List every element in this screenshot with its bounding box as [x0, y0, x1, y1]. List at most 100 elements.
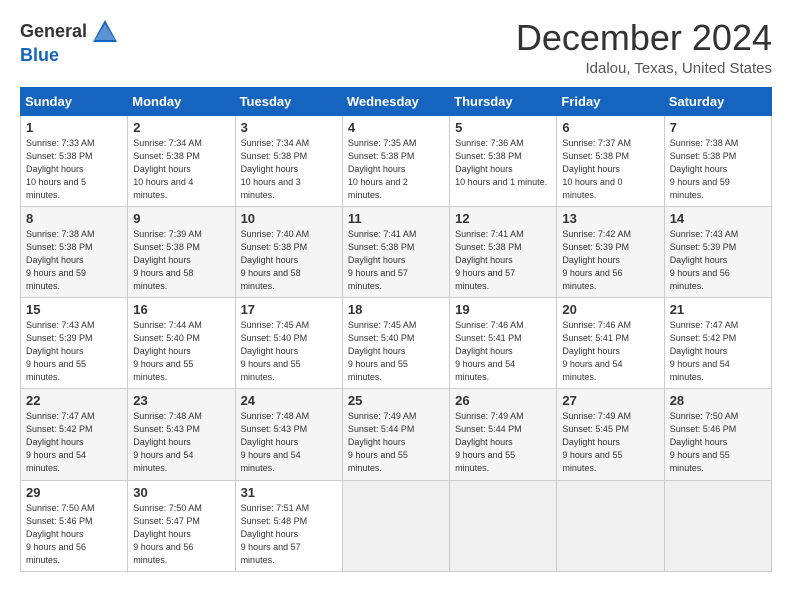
- day-info: Sunrise: 7:42 AMSunset: 5:39 PMDaylight …: [562, 228, 658, 293]
- calendar-cell: 21 Sunrise: 7:47 AMSunset: 5:42 PMDayligh…: [664, 298, 771, 389]
- day-number: 25: [348, 393, 444, 408]
- weekday-header-friday: Friday: [557, 87, 664, 115]
- day-number: 16: [133, 302, 229, 317]
- day-info: Sunrise: 7:34 AMSunset: 5:38 PMDaylight …: [133, 137, 229, 202]
- logo: General Blue: [20, 18, 119, 66]
- day-number: 19: [455, 302, 551, 317]
- day-info: Sunrise: 7:46 AMSunset: 5:41 PMDaylight …: [562, 319, 658, 384]
- week-row-1: 1 Sunrise: 7:33 AMSunset: 5:38 PMDaylight…: [21, 115, 772, 206]
- day-info: Sunrise: 7:36 AMSunset: 5:38 PMDaylight …: [455, 137, 551, 189]
- day-number: 5: [455, 120, 551, 135]
- day-info: Sunrise: 7:38 AMSunset: 5:38 PMDaylight …: [670, 137, 766, 202]
- day-number: 27: [562, 393, 658, 408]
- calendar-cell: 31Sunrise: 7:51 AMSunset: 5:48 PMDayligh…: [235, 480, 342, 571]
- day-number: 3: [241, 120, 337, 135]
- week-row-4: 22 Sunrise: 7:47 AMSunset: 5:42 PMDayligh…: [21, 389, 772, 480]
- calendar-cell: 17 Sunrise: 7:45 AMSunset: 5:40 PMDayligh…: [235, 298, 342, 389]
- day-number: 26: [455, 393, 551, 408]
- day-info: Sunrise: 7:48 AMSunset: 5:43 PMDaylight …: [241, 410, 337, 475]
- calendar-cell: 4Sunrise: 7:35 AMSunset: 5:38 PMDaylight…: [342, 115, 449, 206]
- weekday-header-tuesday: Tuesday: [235, 87, 342, 115]
- calendar-cell: 8 Sunrise: 7:38 AMSunset: 5:38 PMDaylight…: [21, 206, 128, 297]
- day-number: 7: [670, 120, 766, 135]
- calendar-cell: 6Sunrise: 7:37 AMSunset: 5:38 PMDaylight…: [557, 115, 664, 206]
- day-info: Sunrise: 7:45 AMSunset: 5:40 PMDaylight …: [241, 319, 337, 384]
- calendar-cell: 25 Sunrise: 7:49 AMSunset: 5:44 PMDayligh…: [342, 389, 449, 480]
- day-info: Sunrise: 7:50 AMSunset: 5:46 PMDaylight …: [26, 502, 122, 567]
- weekday-header-monday: Monday: [128, 87, 235, 115]
- day-info: Sunrise: 7:48 AMSunset: 5:43 PMDaylight …: [133, 410, 229, 475]
- day-number: 13: [562, 211, 658, 226]
- day-info: Sunrise: 7:49 AMSunset: 5:44 PMDaylight …: [455, 410, 551, 475]
- week-row-5: 29 Sunrise: 7:50 AMSunset: 5:46 PMDayligh…: [21, 480, 772, 571]
- calendar-cell: 11 Sunrise: 7:41 AMSunset: 5:38 PMDayligh…: [342, 206, 449, 297]
- day-info: Sunrise: 7:47 AMSunset: 5:42 PMDaylight …: [26, 410, 122, 475]
- weekday-header-row: SundayMondayTuesdayWednesdayThursdayFrid…: [21, 87, 772, 115]
- day-number: 8: [26, 211, 122, 226]
- weekday-header-thursday: Thursday: [450, 87, 557, 115]
- calendar-cell: 16 Sunrise: 7:44 AMSunset: 5:40 PMDayligh…: [128, 298, 235, 389]
- day-info: Sunrise: 7:49 AMSunset: 5:45 PMDaylight …: [562, 410, 658, 475]
- weekday-header-sunday: Sunday: [21, 87, 128, 115]
- day-info: Sunrise: 7:39 AMSunset: 5:38 PMDaylight …: [133, 228, 229, 293]
- day-info: Sunrise: 7:38 AMSunset: 5:38 PMDaylight …: [26, 228, 122, 293]
- logo-general-text: General: [20, 22, 87, 42]
- calendar-cell: [664, 480, 771, 571]
- day-number: 2: [133, 120, 229, 135]
- calendar-cell: [450, 480, 557, 571]
- month-title: December 2024: [516, 18, 772, 58]
- day-info: Sunrise: 7:40 AMSunset: 5:38 PMDaylight …: [241, 228, 337, 293]
- day-number: 22: [26, 393, 122, 408]
- day-number: 18: [348, 302, 444, 317]
- day-info: Sunrise: 7:47 AMSunset: 5:42 PMDaylight …: [670, 319, 766, 384]
- day-number: 21: [670, 302, 766, 317]
- calendar-cell: 13 Sunrise: 7:42 AMSunset: 5:39 PMDayligh…: [557, 206, 664, 297]
- weekday-header-wednesday: Wednesday: [342, 87, 449, 115]
- day-info: Sunrise: 7:44 AMSunset: 5:40 PMDaylight …: [133, 319, 229, 384]
- calendar-cell: 12Sunrise: 7:41 AMSunset: 5:38 PMDayligh…: [450, 206, 557, 297]
- day-number: 1: [26, 120, 122, 135]
- day-number: 30: [133, 485, 229, 500]
- calendar-cell: 7 Sunrise: 7:38 AMSunset: 5:38 PMDaylight…: [664, 115, 771, 206]
- calendar-cell: 28 Sunrise: 7:50 AMSunset: 5:46 PMDayligh…: [664, 389, 771, 480]
- day-number: 10: [241, 211, 337, 226]
- calendar-cell: 23 Sunrise: 7:48 AMSunset: 5:43 PMDayligh…: [128, 389, 235, 480]
- day-info: Sunrise: 7:35 AMSunset: 5:38 PMDaylight …: [348, 137, 444, 202]
- calendar-cell: 26 Sunrise: 7:49 AMSunset: 5:44 PMDayligh…: [450, 389, 557, 480]
- day-number: 29: [26, 485, 122, 500]
- day-info: Sunrise: 7:33 AMSunset: 5:38 PMDaylight …: [26, 137, 122, 202]
- day-info: Sunrise: 7:50 AMSunset: 5:47 PMDaylight …: [133, 502, 229, 567]
- day-number: 17: [241, 302, 337, 317]
- day-number: 14: [670, 211, 766, 226]
- calendar-cell: 2 Sunrise: 7:34 AMSunset: 5:38 PMDaylight…: [128, 115, 235, 206]
- week-row-3: 15Sunrise: 7:43 AMSunset: 5:39 PMDayligh…: [21, 298, 772, 389]
- day-info: Sunrise: 7:49 AMSunset: 5:44 PMDaylight …: [348, 410, 444, 475]
- calendar-cell: 9 Sunrise: 7:39 AMSunset: 5:38 PMDaylight…: [128, 206, 235, 297]
- day-info: Sunrise: 7:46 AMSunset: 5:41 PMDaylight …: [455, 319, 551, 384]
- calendar-cell: [557, 480, 664, 571]
- calendar-cell: [342, 480, 449, 571]
- logo-icon: [91, 18, 119, 46]
- calendar-cell: 19 Sunrise: 7:46 AMSunset: 5:41 PMDayligh…: [450, 298, 557, 389]
- day-info: Sunrise: 7:50 AMSunset: 5:46 PMDaylight …: [670, 410, 766, 475]
- day-number: 31: [241, 485, 337, 500]
- calendar-cell: 22 Sunrise: 7:47 AMSunset: 5:42 PMDayligh…: [21, 389, 128, 480]
- calendar-cell: 5 Sunrise: 7:36 AMSunset: 5:38 PMDaylight…: [450, 115, 557, 206]
- day-number: 24: [241, 393, 337, 408]
- location: Idalou, Texas, United States: [516, 60, 772, 77]
- day-number: 11: [348, 211, 444, 226]
- day-info: Sunrise: 7:43 AMSunset: 5:39 PMDaylight …: [670, 228, 766, 293]
- day-info: Sunrise: 7:34 AMSunset: 5:38 PMDaylight …: [241, 137, 337, 202]
- calendar-table: SundayMondayTuesdayWednesdayThursdayFrid…: [20, 87, 772, 572]
- day-number: 23: [133, 393, 229, 408]
- header: General Blue December 2024 Idalou, Texas…: [20, 18, 772, 77]
- page: General Blue December 2024 Idalou, Texas…: [0, 0, 792, 582]
- day-info: Sunrise: 7:43 AMSunset: 5:39 PMDaylight …: [26, 319, 122, 384]
- day-number: 9: [133, 211, 229, 226]
- day-info: Sunrise: 7:41 AMSunset: 5:38 PMDaylight …: [348, 228, 444, 293]
- calendar-cell: 24 Sunrise: 7:48 AMSunset: 5:43 PMDayligh…: [235, 389, 342, 480]
- day-number: 6: [562, 120, 658, 135]
- title-block: December 2024 Idalou, Texas, United Stat…: [516, 18, 772, 77]
- day-number: 28: [670, 393, 766, 408]
- calendar-cell: 30 Sunrise: 7:50 AMSunset: 5:47 PMDayligh…: [128, 480, 235, 571]
